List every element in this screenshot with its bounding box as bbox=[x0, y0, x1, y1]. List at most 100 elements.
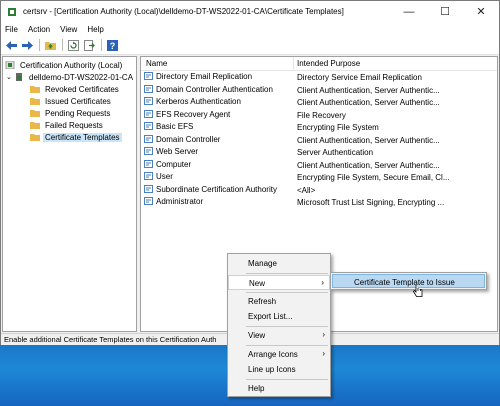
intended-purpose-cell: Encrypting File System bbox=[297, 123, 379, 132]
certificate-template-icon bbox=[144, 197, 153, 205]
menu-separator bbox=[246, 379, 328, 380]
context-menu: Manage New › Refresh Export List... View… bbox=[227, 253, 331, 397]
submenu-arrow-icon: › bbox=[322, 349, 325, 358]
menu-item-view[interactable]: View › bbox=[228, 328, 330, 343]
toolbar: ? bbox=[1, 36, 499, 55]
intended-purpose-cell: File Recovery bbox=[297, 110, 346, 120]
template-name: Directory Email Replication bbox=[156, 72, 253, 81]
submenu-arrow-icon: › bbox=[321, 278, 324, 287]
template-name-cell: Administrator bbox=[144, 197, 203, 206]
column-header-intended-purpose[interactable]: Intended Purpose bbox=[297, 59, 360, 68]
template-name-cell: User bbox=[144, 172, 173, 181]
template-name: Kerberos Authentication bbox=[156, 97, 241, 106]
intended-purpose-cell: Client Authentication, Server Authentic.… bbox=[297, 160, 440, 170]
tree-item-issued-certificates[interactable]: Issued Certificates bbox=[30, 95, 113, 107]
tree-item-revoked-certificates[interactable]: Revoked Certificates bbox=[30, 83, 121, 95]
table-row[interactable]: Domain Controller Client Authentication, … bbox=[141, 134, 497, 147]
submenu-arrow-icon: › bbox=[322, 330, 325, 339]
certificate-template-icon bbox=[144, 109, 153, 118]
certificate-template-icon bbox=[144, 72, 153, 80]
toolbar-separator bbox=[101, 39, 102, 51]
template-name: Computer bbox=[156, 159, 192, 169]
table-row[interactable]: Directory Email Replication Directory Ser… bbox=[141, 71, 497, 84]
intended-purpose-cell: Client Authentication, Server Authentic.… bbox=[297, 85, 440, 95]
template-name: Domain Controller Authentication bbox=[156, 84, 273, 94]
tree-root[interactable]: Certification Authority (Local) bbox=[5, 59, 124, 71]
table-row[interactable]: Computer Client Authentication, Server Au… bbox=[141, 159, 497, 172]
intended-purpose-cell: Client Authentication, Server Authentic.… bbox=[297, 135, 440, 145]
folder-icon bbox=[30, 98, 40, 105]
table-row[interactable]: Domain Controller Authentication Client A… bbox=[141, 84, 497, 97]
template-name: Domain Controller bbox=[156, 134, 221, 144]
certsrv-icon bbox=[8, 7, 16, 16]
column-divider[interactable] bbox=[293, 57, 294, 70]
svg-text:?: ? bbox=[109, 41, 115, 51]
template-name-cell: Domain Controller bbox=[144, 134, 221, 144]
tree-ca-node[interactable]: ⌄ delldemo-DT-WS2022-01-CA bbox=[6, 71, 135, 83]
ca-server-icon bbox=[16, 73, 22, 81]
menu-item-help[interactable]: Help bbox=[228, 381, 330, 396]
back-arrow-icon[interactable] bbox=[4, 38, 18, 52]
template-name: Administrator bbox=[156, 197, 204, 206]
template-name: Subordinate Certification Authority bbox=[156, 184, 277, 194]
certificate-template-icon bbox=[144, 134, 153, 143]
tree-item-pending-requests[interactable]: Pending Requests bbox=[30, 107, 112, 119]
menu-bar: File Action View Help bbox=[1, 22, 499, 36]
template-name: Web Server bbox=[156, 147, 199, 156]
tree-item-certificate-templates[interactable]: Certificate Templates bbox=[30, 131, 122, 143]
minimize-button[interactable]: — bbox=[391, 1, 427, 22]
template-name-cell: Web Server bbox=[144, 147, 198, 156]
menu-file[interactable]: File bbox=[5, 25, 18, 34]
menu-help[interactable]: Help bbox=[87, 25, 103, 34]
window-title: certsrv - [Certification Authority (Loca… bbox=[23, 7, 344, 16]
up-folder-icon[interactable] bbox=[43, 38, 57, 52]
column-header-name[interactable]: Name bbox=[146, 59, 167, 68]
certificate-template-icon bbox=[144, 184, 153, 193]
table-row[interactable]: Basic EFS Encrypting File System bbox=[141, 121, 497, 134]
menu-view[interactable]: View bbox=[60, 25, 77, 34]
menu-action[interactable]: Action bbox=[28, 25, 50, 34]
new-submenu: Certificate Template to Issue bbox=[330, 272, 487, 290]
folder-icon bbox=[30, 86, 40, 93]
intended-purpose-cell: Server Authentication bbox=[297, 148, 374, 157]
template-name: EFS Recovery Agent bbox=[156, 109, 231, 119]
certificate-template-icon bbox=[144, 97, 153, 105]
certificate-template-icon bbox=[144, 147, 153, 155]
folder-icon bbox=[30, 122, 40, 129]
menu-item-refresh[interactable]: Refresh bbox=[228, 294, 330, 309]
maximize-button[interactable]: ☐ bbox=[427, 1, 463, 22]
menu-item-export-list[interactable]: Export List... bbox=[228, 309, 330, 324]
template-name-cell: Subordinate Certification Authority bbox=[144, 184, 277, 194]
intended-purpose-cell: Directory Service Email Replication bbox=[297, 73, 422, 82]
mouse-cursor-icon bbox=[413, 285, 423, 297]
table-row[interactable]: Administrator Microsoft Trust List Signin… bbox=[141, 196, 497, 209]
menu-item-manage[interactable]: Manage bbox=[228, 256, 330, 271]
template-name-cell: Basic EFS bbox=[144, 122, 193, 131]
table-row[interactable]: EFS Recovery Agent File Recovery bbox=[141, 109, 497, 122]
table-row[interactable]: Kerberos Authentication Client Authentica… bbox=[141, 96, 497, 109]
expand-chevron-icon[interactable]: ⌄ bbox=[6, 73, 14, 81]
menu-item-line-up-icons[interactable]: Line up Icons bbox=[228, 362, 330, 377]
menu-item-new[interactable]: New › bbox=[228, 275, 330, 290]
export-list-icon[interactable] bbox=[82, 38, 96, 52]
title-bar[interactable]: certsrv - [Certification Authority (Loca… bbox=[1, 1, 499, 22]
forward-arrow-icon[interactable] bbox=[20, 38, 34, 52]
help-icon[interactable]: ? bbox=[105, 38, 119, 52]
menu-item-certificate-template-to-issue[interactable]: Certificate Template to Issue bbox=[332, 274, 485, 288]
table-row[interactable]: Web Server Server Authentication bbox=[141, 146, 497, 159]
toolbar-separator bbox=[62, 39, 63, 51]
template-name-cell: Directory Email Replication bbox=[144, 72, 252, 81]
refresh-icon[interactable] bbox=[66, 38, 80, 52]
list-header: Name Intended Purpose bbox=[141, 57, 497, 71]
tree-item-failed-requests[interactable]: Failed Requests bbox=[30, 119, 105, 131]
menu-separator bbox=[246, 345, 328, 346]
table-row[interactable]: User Encrypting File System, Secure Email… bbox=[141, 171, 497, 184]
table-row[interactable]: Subordinate Certification Authority <All> bbox=[141, 184, 497, 197]
folder-icon bbox=[30, 110, 40, 117]
intended-purpose-cell: Microsoft Trust List Signing, Encrypting… bbox=[297, 198, 445, 207]
template-name: User bbox=[156, 172, 173, 181]
close-button[interactable]: ✕ bbox=[463, 1, 499, 22]
toolbar-separator bbox=[39, 39, 40, 51]
template-name-cell: Domain Controller Authentication bbox=[144, 84, 273, 94]
menu-item-arrange-icons[interactable]: Arrange Icons › bbox=[228, 347, 330, 362]
